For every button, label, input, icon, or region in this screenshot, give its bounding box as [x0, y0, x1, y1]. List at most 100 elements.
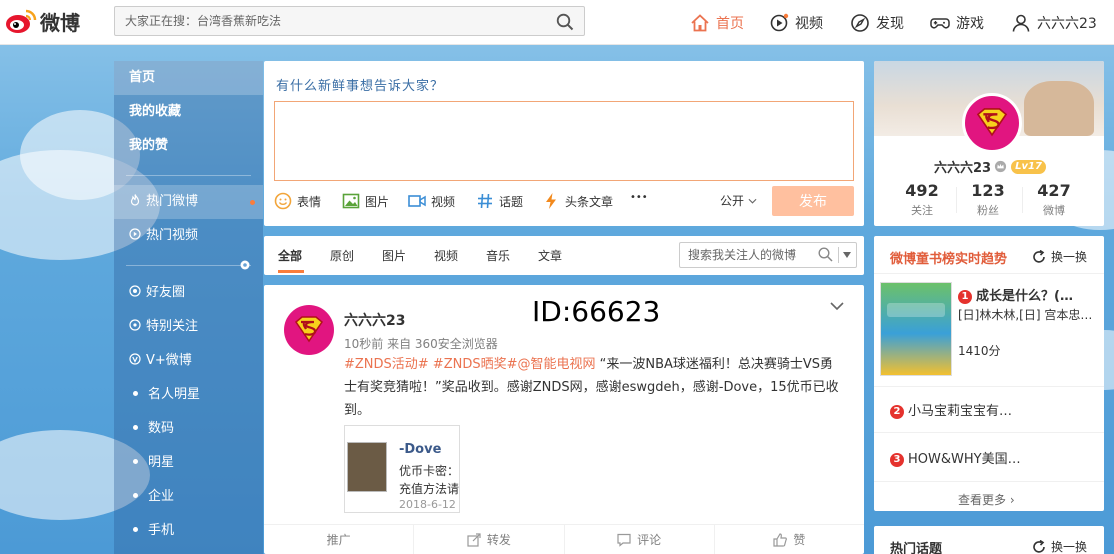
- divider: [874, 386, 1104, 387]
- chevron-down-icon[interactable]: [830, 301, 844, 311]
- weibo-logo[interactable]: 微博: [4, 5, 80, 37]
- tab-music[interactable]: 音乐: [486, 247, 510, 264]
- bullet-dot: [133, 493, 138, 498]
- profile-card: 六六六23 Lv17 492 关注 123 粉丝 427 微博: [874, 61, 1104, 226]
- sidebar-item-likes[interactable]: 我的赞: [114, 129, 263, 163]
- sidebar-divider: [126, 175, 251, 176]
- comment-icon: [617, 533, 631, 547]
- nav-home[interactable]: 首页: [690, 0, 744, 45]
- stat-followers[interactable]: 123 粉丝: [955, 181, 1021, 218]
- repost-icon: [467, 532, 481, 547]
- stat-following[interactable]: 492 关注: [889, 181, 955, 218]
- nav-user[interactable]: 六六六23: [1011, 0, 1097, 45]
- trend-item-2[interactable]: 2 小马宝莉宝宝有…: [890, 400, 1012, 419]
- divider: [874, 481, 1104, 482]
- sidebar-item-hot-weibo[interactable]: 热门微博: [114, 185, 263, 219]
- post-username[interactable]: 六六六23: [344, 310, 405, 330]
- post-action-bar: 推广 转发 评论 赞: [264, 524, 864, 554]
- article-button[interactable]: 头条文章: [542, 192, 613, 210]
- post-image-thumbnail[interactable]: -Dove 优币卡密：4 充值方法请 2018-6-12: [344, 425, 460, 513]
- thumbnail-line: 充值方法请: [399, 482, 460, 496]
- topic-button[interactable]: 话题: [476, 192, 523, 210]
- sidebar-item-favorites[interactable]: 我的收藏: [114, 95, 263, 129]
- publish-button[interactable]: 发布: [772, 186, 854, 216]
- visibility-dropdown[interactable]: 公开: [720, 192, 757, 209]
- search-divider: [838, 247, 839, 263]
- bullet-dot: [133, 391, 138, 396]
- tab-all[interactable]: 全部: [278, 247, 302, 264]
- sidebar-item-digital[interactable]: 数码: [114, 412, 263, 446]
- play-icon: [129, 228, 141, 240]
- stat-posts[interactable]: 427 微博: [1021, 181, 1087, 218]
- active-tab-indicator: [278, 270, 304, 273]
- hot-topics-card: 热门话题 换一换: [874, 526, 1104, 554]
- like-button[interactable]: 赞: [713, 525, 864, 554]
- thumbs-up-icon: [773, 532, 788, 547]
- nav-home-label: 首页: [716, 15, 744, 32]
- nav-games[interactable]: 游戏: [930, 0, 984, 45]
- emoji-button[interactable]: 表情: [274, 192, 321, 210]
- feed-search-input[interactable]: [680, 243, 810, 267]
- sidebar-divider: [126, 265, 251, 266]
- nav-video[interactable]: 视频: [769, 0, 823, 45]
- post-hashtags[interactable]: #ZNDS活动# #ZNDS晒奖#@智能电视网: [344, 357, 596, 372]
- profile-name[interactable]: 六六六23 Lv17: [934, 157, 1046, 176]
- avatar[interactable]: [284, 305, 334, 355]
- book-cover-image[interactable]: [880, 282, 952, 376]
- superman-logo-icon: [294, 316, 324, 343]
- video-upload-button[interactable]: 视频: [408, 192, 455, 210]
- view-more-link[interactable]: 查看更多 ›: [958, 491, 1015, 508]
- gamepad-icon: [930, 17, 950, 28]
- weibo-eye-icon: [6, 9, 37, 33]
- nav-discover[interactable]: 发现: [850, 0, 904, 45]
- promote-button[interactable]: 推广: [264, 525, 413, 554]
- tab-original[interactable]: 原创: [330, 247, 354, 264]
- sidebar-item-special-follow[interactable]: 特别关注: [114, 310, 263, 344]
- trend-item-1-score: 1410分: [958, 344, 1001, 358]
- avatar[interactable]: [962, 93, 1022, 153]
- lightning-icon: [546, 193, 556, 209]
- compose-box: 有什么新鲜事想告诉大家？ 表情 图片 视频 话题 头条文章 ••• 公开 发布: [264, 61, 864, 226]
- sidebar-item-vplus[interactable]: V+微博: [114, 344, 263, 378]
- compose-textarea[interactable]: [274, 101, 854, 181]
- comment-button[interactable]: 评论: [563, 525, 714, 554]
- sidebar-item-hot-video[interactable]: 热门视频: [114, 219, 263, 253]
- more-tools-button[interactable]: •••: [630, 192, 648, 203]
- settings-gear-icon[interactable]: [239, 259, 251, 271]
- book-cover-title-band: [887, 303, 945, 317]
- refresh-icon: [1033, 249, 1045, 263]
- hot-topics-title: 热门话题: [890, 542, 943, 554]
- compose-prompt: 有什么新鲜事想告诉大家？: [276, 79, 445, 94]
- v-badge-icon: [129, 353, 141, 365]
- sidebar-item-mobile[interactable]: 手机: [114, 514, 263, 548]
- crown-badge-icon: [995, 160, 1007, 173]
- feed-search-box: [679, 242, 857, 268]
- repost-button[interactable]: 转发: [413, 525, 563, 554]
- top-navigation-bar: 微博 首页 视频 发现: [0, 0, 1114, 45]
- level-badge[interactable]: Lv17: [1011, 159, 1046, 174]
- trend-item-3[interactable]: 3 HOW&WHY美国…: [890, 448, 1021, 467]
- eye-icon: [129, 319, 141, 331]
- tab-videos[interactable]: 视频: [434, 247, 458, 264]
- search-icon[interactable]: [818, 247, 833, 262]
- search-icon[interactable]: [556, 13, 574, 31]
- thumbnail-name: -Dove: [399, 442, 442, 457]
- sidebar-item-home[interactable]: 首页: [114, 61, 263, 95]
- caret-down-icon[interactable]: [843, 252, 851, 258]
- global-search-box: [114, 6, 585, 36]
- image-button[interactable]: 图片: [342, 192, 389, 210]
- sidebar-item-friends-circle[interactable]: 好友圈: [114, 276, 263, 310]
- feed-tabs-bar: 全部 原创 图片 视频 音乐 文章: [264, 236, 864, 275]
- tab-images[interactable]: 图片: [382, 247, 406, 264]
- sidebar-item-stars[interactable]: 明星: [114, 446, 263, 480]
- trend-item-1[interactable]: 1 成长是什么？(…: [958, 285, 1073, 304]
- sidebar-item-enterprise[interactable]: 企业: [114, 480, 263, 514]
- tab-articles[interactable]: 文章: [538, 247, 562, 264]
- global-search-input[interactable]: [115, 7, 535, 35]
- flame-icon: [130, 194, 140, 206]
- post-body: #ZNDS活动# #ZNDS晒奖#@智能电视网 “来一波NBA球迷福利！总决赛骑…: [344, 353, 844, 422]
- sidebar-item-celebrities[interactable]: 名人明星: [114, 378, 263, 412]
- refresh-button[interactable]: 换一换: [1032, 248, 1087, 265]
- refresh-button[interactable]: 换一换: [1032, 538, 1087, 554]
- feed-post-card: 六六六23 ID:66623 10秒前 来自 360安全浏览器 #ZNDS活动#…: [264, 285, 864, 554]
